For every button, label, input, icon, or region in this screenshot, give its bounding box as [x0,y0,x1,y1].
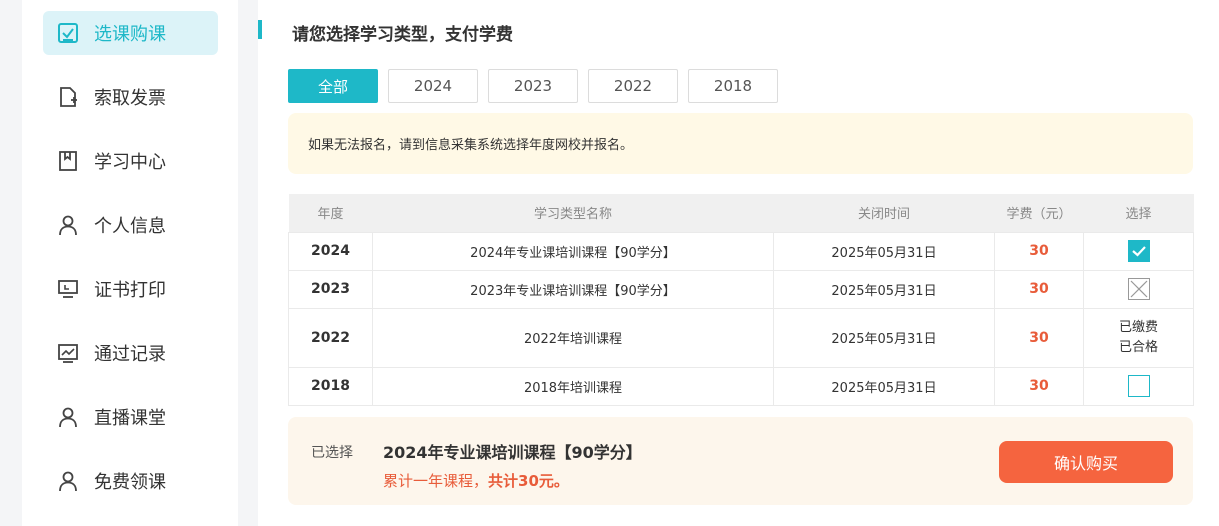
checkbox-icon [57,22,79,44]
monitor-icon [57,278,79,300]
column-header-year: 年度 [288,194,373,232]
total-amount: 共计30元。 [488,472,569,490]
chart-icon [57,342,79,364]
sidebar-item-label: 证书打印 [94,280,166,301]
user-icon [57,470,79,492]
table-row: 2022 2022年培训课程 2025年05月31日 30 已缴费 已合格 [288,307,1194,368]
cell-year: 2022 [288,307,373,368]
table-row: 2024 2024年专业课培训课程【90学分】 2025年05月31日 30 [288,231,1194,271]
sidebar-item-course-purchase[interactable]: 选课购课 [43,11,218,55]
title-accent-bar [258,20,262,39]
cell-select [1083,269,1194,309]
confirm-purchase-button[interactable]: 确认购买 [999,441,1173,483]
cell-course-name: 2023年专业课培训课程【90学分】 [372,269,774,309]
selection-total: 累计一年课程，共计30元。 [383,470,569,491]
cell-close-time: 2025年05月31日 [773,231,995,271]
sidebar-item-label: 直播课堂 [94,408,166,429]
cell-fee: 30 [994,231,1084,271]
sidebar-item-label: 个人信息 [94,216,166,237]
cell-fee: 30 [994,269,1084,309]
add-file-icon [57,86,79,108]
cell-select [1083,231,1194,271]
cell-course-name: 2022年培训课程 [372,307,774,368]
cell-year: 2018 [288,366,373,406]
cell-close-time: 2025年05月31日 [773,366,995,406]
cell-close-time: 2025年05月31日 [773,307,995,368]
sidebar-item-invoice[interactable]: 索取发票 [43,75,218,119]
column-header-select: 选择 [1083,194,1194,232]
notice-text: 如果无法报名，请到信息采集系统选择年度网校并报名。 [308,138,634,153]
sidebar-item-certificate-print[interactable]: 证书打印 [43,267,218,311]
cell-select: 已缴费 已合格 [1083,307,1194,368]
sidebar-item-label: 通过记录 [94,344,166,365]
sidebar: 选课购课 索取发票 学习中心 个人信息 证书打印 通过记录 直播课堂 免费领课 [22,0,238,526]
sidebar-item-label: 索取发票 [94,88,166,109]
total-prefix: 累计一年课程， [383,472,489,490]
user-icon [57,214,79,236]
column-header-fee: 学费（元） [994,194,1084,232]
column-header-name: 学习类型名称 [372,194,774,232]
sidebar-item-label: 选课购课 [94,24,166,45]
cell-year: 2023 [288,269,373,309]
tab-all[interactable]: 全部 [288,69,378,103]
book-icon [57,150,79,172]
sidebar-item-study-center[interactable]: 学习中心 [43,139,218,183]
selection-summary: 已选择 2024年专业课培训课程【90学分】 累计一年课程，共计30元。 确认购… [288,417,1193,505]
cell-fee: 30 [994,366,1084,406]
checkmark-icon [1131,246,1146,257]
table-header-row: 年度 学习类型名称 关闭时间 学费（元） 选择 [288,194,1194,232]
cell-course-name: 2024年专业课培训课程【90学分】 [372,231,774,271]
select-checkbox-unchecked[interactable] [1127,375,1150,397]
sidebar-item-profile[interactable]: 个人信息 [43,203,218,247]
sidebar-item-live-class[interactable]: 直播课堂 [43,395,218,439]
tab-2023[interactable]: 2023 [488,69,578,103]
sidebar-item-label: 免费领课 [94,472,166,493]
sidebar-item-label: 学习中心 [94,152,166,173]
cell-course-name: 2018年培训课程 [372,366,774,406]
tab-2024[interactable]: 2024 [388,69,478,103]
select-checkbox-checked[interactable] [1127,240,1150,262]
selected-course: 2024年专业课培训课程【90学分】 [383,443,642,462]
select-checkbox-disabled [1127,278,1150,300]
table-row: 2018 2018年培训课程 2025年05月31日 30 [288,366,1194,406]
status-paid: 已缴费 [1118,319,1158,335]
page-title: 请您选择学习类型，支付学费 [292,25,513,45]
status-passed: 已合格 [1118,339,1158,355]
course-table: 年度 学习类型名称 关闭时间 学费（元） 选择 2024 2024年专业课培训课… [288,194,1194,406]
column-header-close-time: 关闭时间 [773,194,995,232]
notice-banner: 如果无法报名，请到信息采集系统选择年度网校并报名。 [288,113,1193,174]
sidebar-item-pass-records[interactable]: 通过记录 [43,331,218,375]
cell-fee: 30 [994,307,1084,368]
selected-label: 已选择 [311,445,353,461]
cross-icon [1130,280,1147,298]
table-row: 2023 2023年专业课培训课程【90学分】 2025年05月31日 30 [288,269,1194,309]
user-icon [57,406,79,428]
main-panel: 请您选择学习类型，支付学费 全部 2024 2023 2022 2018 如果无… [258,0,1219,526]
sidebar-item-free-course[interactable]: 免费领课 [43,459,218,503]
cell-select [1083,366,1194,406]
tab-2022[interactable]: 2022 [588,69,678,103]
cell-year: 2024 [288,231,373,271]
cell-close-time: 2025年05月31日 [773,269,995,309]
tab-2018[interactable]: 2018 [688,69,778,103]
